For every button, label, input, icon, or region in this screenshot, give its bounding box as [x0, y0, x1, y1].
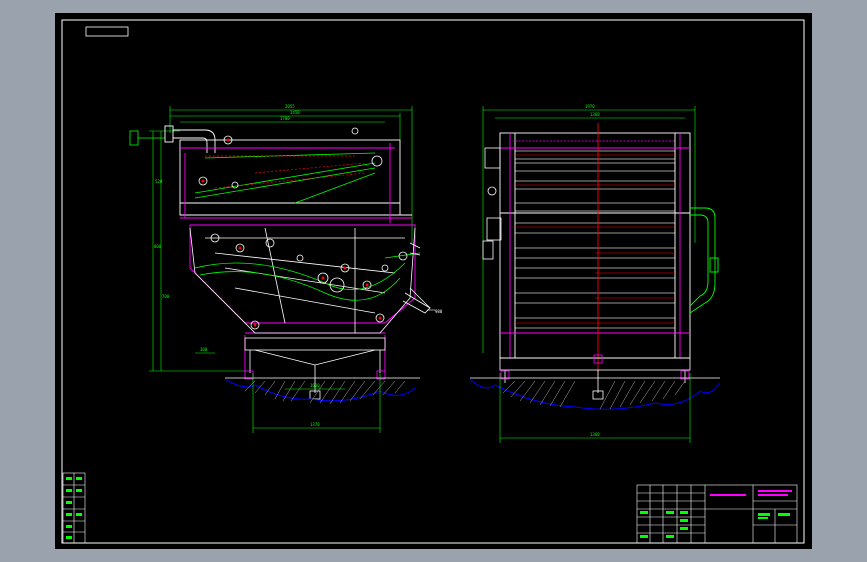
dim-label-base-height: 300: [200, 347, 208, 352]
dim-label-base-width: 1370: [310, 422, 320, 427]
front-elevation: 2055 1450 1700 520 800 700 1370 1600 300…: [129, 104, 443, 433]
side-ground-hatch: [502, 380, 686, 410]
dim-label-footing: 1600: [310, 383, 320, 388]
side-dim-label-1: 1970: [585, 104, 595, 109]
dim-label-width-3: 1700: [280, 116, 290, 121]
side-dim-label-3: 1360: [590, 432, 600, 437]
side-roller-bands: [514, 150, 676, 329]
side-elevation: 1970 1360 1360: [469, 104, 721, 443]
side-base: [499, 357, 691, 400]
inlet-pipe: [164, 125, 216, 153]
inlet-annotation: [129, 130, 165, 146]
side-dim-label-2: 1360: [590, 112, 600, 117]
upper-belts: [194, 152, 376, 204]
cad-viewport[interactable]: 2055 1450 1700 520 800 700 1370 1600 300…: [0, 0, 867, 562]
corner-label-box: [85, 26, 129, 37]
dim-label-height-3: 700: [162, 294, 170, 299]
revision-table: [62, 472, 86, 544]
title-block: [636, 484, 798, 544]
drawing-canvas[interactable]: 2055 1450 1700 520 800 700 1370 1600 300…: [55, 13, 812, 549]
rollers: [198, 127, 408, 330]
dim-label-width-2: 1450: [290, 110, 300, 115]
left-dimensions: [149, 130, 245, 372]
side-red-lines: [515, 154, 675, 324]
dim-label-height-1: 520: [155, 179, 163, 184]
side-rails: [500, 133, 690, 358]
cad-drawing: 2055 1450 1700 520 800 700 1370 1600 300…: [61, 19, 805, 544]
side-drive-units: [482, 147, 502, 260]
side-ground-contour: [469, 378, 721, 410]
magenta-frame: [180, 143, 416, 373]
top-dimensions: [169, 106, 413, 243]
dim-label-height-2: 800: [154, 244, 162, 249]
side-frame: [499, 132, 691, 359]
side-footings: [500, 354, 690, 380]
lower-belts: [194, 252, 421, 301]
dim-label-side-1: 980: [435, 309, 443, 314]
lower-press: [189, 227, 431, 334]
outer-border: [61, 19, 805, 544]
bottom-dimensions: [195, 352, 381, 433]
side-pipe: [689, 207, 719, 314]
dim-label-overall-width: 2055: [285, 104, 295, 109]
